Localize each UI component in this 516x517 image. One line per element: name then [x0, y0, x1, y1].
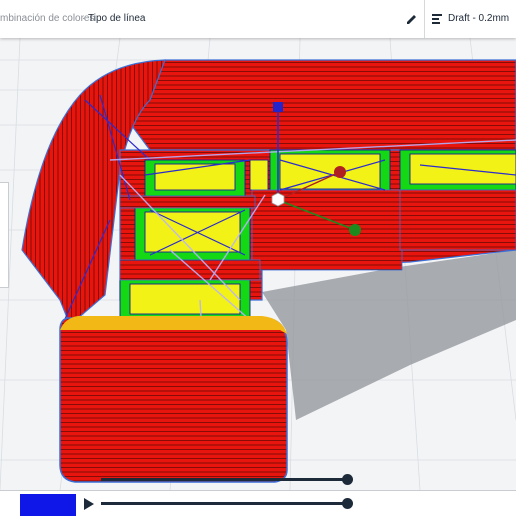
- print-settings-button[interactable]: Draft - 0.2mm: [425, 0, 516, 38]
- model-shadow: [262, 250, 516, 420]
- path-slider-handle[interactable]: [342, 498, 353, 509]
- breadcrumb-separator: ·: [82, 13, 86, 24]
- play-icon[interactable]: [84, 498, 94, 510]
- print-settings-icon: [432, 14, 442, 24]
- breadcrumb-line-type[interactable]: Tipo de línea: [88, 13, 145, 24]
- stage-menu-bar: mbinación de colores · Tipo de línea Dra…: [0, 0, 516, 38]
- layer-slider-handle[interactable]: [342, 474, 353, 485]
- pencil-icon[interactable]: [404, 10, 418, 26]
- layer-slider-track[interactable]: [101, 478, 349, 481]
- color-scheme-panel[interactable]: [0, 182, 9, 288]
- model-front-block: [59, 317, 288, 483]
- layer-view-viewport[interactable]: [0, 0, 516, 516]
- simulation-bar: [0, 490, 516, 517]
- model-back-wall: [119, 59, 516, 151]
- path-slider-track[interactable]: [101, 502, 349, 505]
- breadcrumb-color-scheme[interactable]: mbinación de colores: [0, 13, 95, 24]
- print-profile-label: Draft - 0.2mm: [448, 13, 510, 24]
- layer-progress-bar: [20, 494, 76, 516]
